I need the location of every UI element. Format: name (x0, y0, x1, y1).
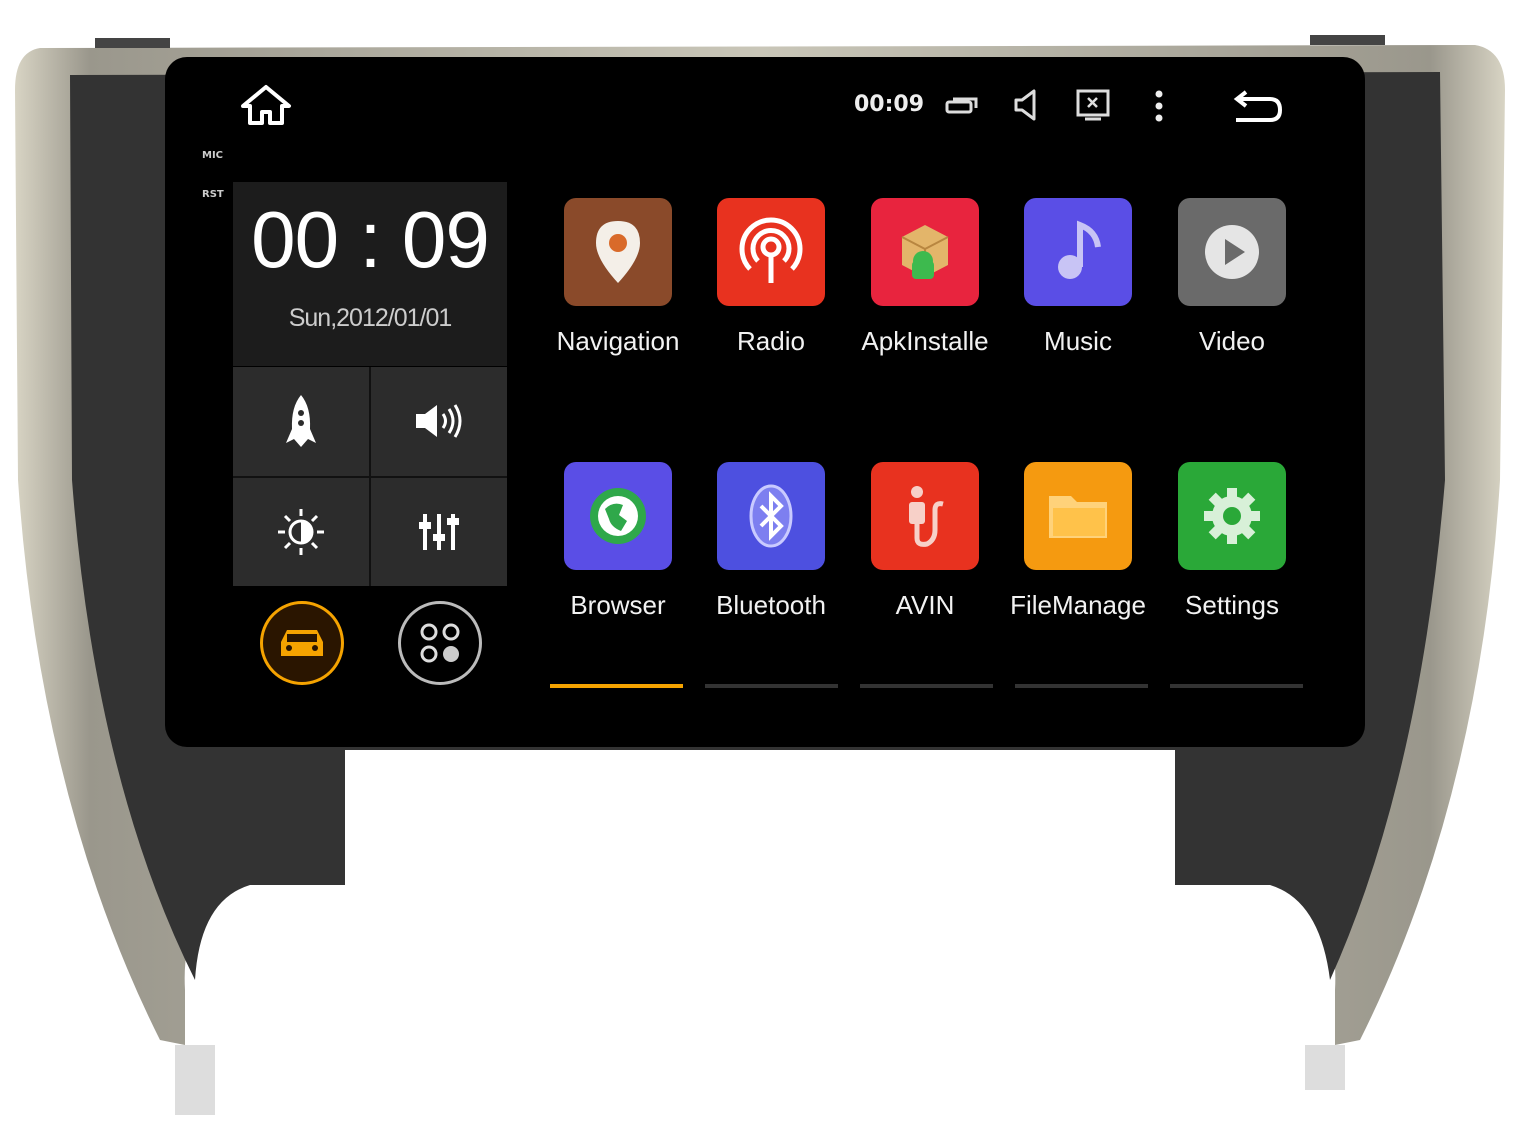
mic-label: MIC (202, 150, 224, 161)
clock-date: Sun,2012/01/01 (288, 304, 453, 332)
car-icon (281, 630, 323, 656)
avin-plug-icon (871, 462, 979, 570)
page-indicator-3[interactable] (860, 684, 993, 688)
gear-icon (1178, 462, 1286, 570)
app-apkinstalle[interactable]: ApkInstalle (848, 198, 1002, 357)
music-note-icon (1024, 198, 1132, 306)
clock-time: 00 : 09 (251, 195, 490, 284)
app-label: AVIN (895, 590, 955, 620)
home-icon[interactable] (240, 84, 292, 130)
page-indicator-1[interactable] (550, 684, 683, 688)
app-music[interactable]: Music (1001, 198, 1155, 357)
brightness-icon (278, 508, 324, 555)
equalizer-icon (419, 513, 459, 550)
car-button[interactable] (260, 601, 344, 685)
app-navigation[interactable]: Navigation (541, 198, 695, 357)
app-settings[interactable]: Settings (1155, 462, 1309, 621)
volume-icon[interactable] (1012, 88, 1042, 126)
app-label: Radio (737, 326, 805, 356)
app-avin[interactable]: AVIN (848, 462, 1002, 621)
quick-controls (233, 367, 507, 586)
location-pin-icon (564, 198, 672, 306)
app-label: Bluetooth (716, 590, 826, 620)
page-indicator-5[interactable] (1170, 684, 1303, 688)
app-label: Navigation (556, 326, 680, 356)
volume-button[interactable] (371, 367, 507, 476)
clock-widget[interactable]: 00 : 09 Sun,2012/01/01 (233, 182, 507, 366)
page-indicator-2[interactable] (705, 684, 838, 688)
brightness-button[interactable] (233, 477, 369, 586)
all-apps-button[interactable] (398, 601, 482, 685)
page-indicator-4[interactable] (1015, 684, 1148, 688)
folder-icon (1024, 462, 1132, 570)
app-bluetooth[interactable]: Bluetooth (694, 462, 848, 621)
globe-icon (564, 462, 672, 570)
rocket-icon (286, 395, 316, 448)
app-label: Video (1198, 326, 1266, 356)
app-filemanage[interactable]: FileManage (1001, 462, 1155, 621)
play-icon (1178, 198, 1286, 306)
package-android-icon (871, 198, 979, 306)
screenshot-icon[interactable] (1075, 88, 1111, 126)
back-icon[interactable] (1232, 88, 1284, 128)
radio-broadcast-icon (717, 198, 825, 306)
app-label: Music (1044, 326, 1112, 356)
apps-grid-icon (420, 623, 460, 663)
status-time: 00:09 (854, 92, 925, 117)
app-label: Settings (1185, 590, 1279, 620)
recent-apps-icon[interactable] (945, 95, 979, 119)
app-video[interactable]: Video (1155, 198, 1309, 357)
app-radio[interactable]: Radio (694, 198, 848, 357)
app-browser[interactable]: Browser (541, 462, 695, 621)
app-label: FileManage (1010, 590, 1146, 620)
more-vert-icon[interactable] (1152, 89, 1166, 127)
boost-button[interactable] (233, 367, 369, 476)
bluetooth-icon (717, 462, 825, 570)
equalizer-button[interactable] (371, 477, 507, 586)
rst-label: RST (202, 189, 224, 200)
app-label: ApkInstalle (861, 326, 989, 356)
speaker-icon (416, 404, 462, 439)
app-label: Browser (570, 590, 666, 620)
